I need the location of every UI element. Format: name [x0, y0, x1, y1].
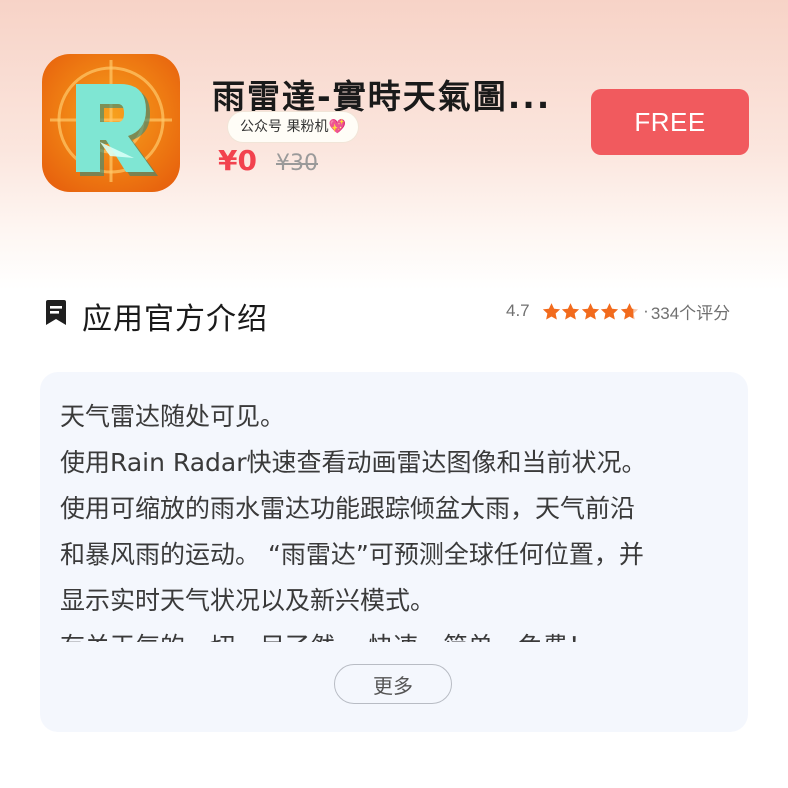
bookmark-icon: [46, 300, 66, 325]
watermark-badge: 公众号 果粉机💖: [228, 112, 358, 142]
app-title: 雨雷達-實時天氣圖...: [212, 77, 552, 116]
original-price: ¥30: [276, 151, 318, 176]
heart-icon: 💖: [328, 119, 346, 135]
radar-r-logo-icon: [50, 60, 172, 182]
star-icon: [601, 302, 619, 319]
get-free-button[interactable]: FREE: [591, 89, 749, 155]
star-icon: [542, 302, 560, 319]
star-icon: [620, 302, 638, 319]
star-icon: [562, 302, 580, 319]
rating-summary[interactable]: 4.7 · 334个评分: [506, 299, 730, 323]
watermark-text: 公众号 果粉机: [240, 119, 329, 135]
review-count: 334个评分: [650, 303, 731, 323]
star-icon: [581, 302, 599, 319]
rating-separator: ·: [643, 301, 649, 320]
current-price: ¥0: [218, 144, 257, 177]
section-title: 应用官方介绍: [82, 302, 268, 337]
more-button[interactable]: 更多: [334, 664, 452, 704]
rating-value: 4.7: [506, 301, 530, 320]
app-icon[interactable]: [42, 54, 180, 192]
rating-stars: [542, 302, 640, 321]
description-text: 天气雷达随处可见。 使用Rain Radar快速查看动画雷达图像和当前状况。 使…: [60, 402, 647, 642]
